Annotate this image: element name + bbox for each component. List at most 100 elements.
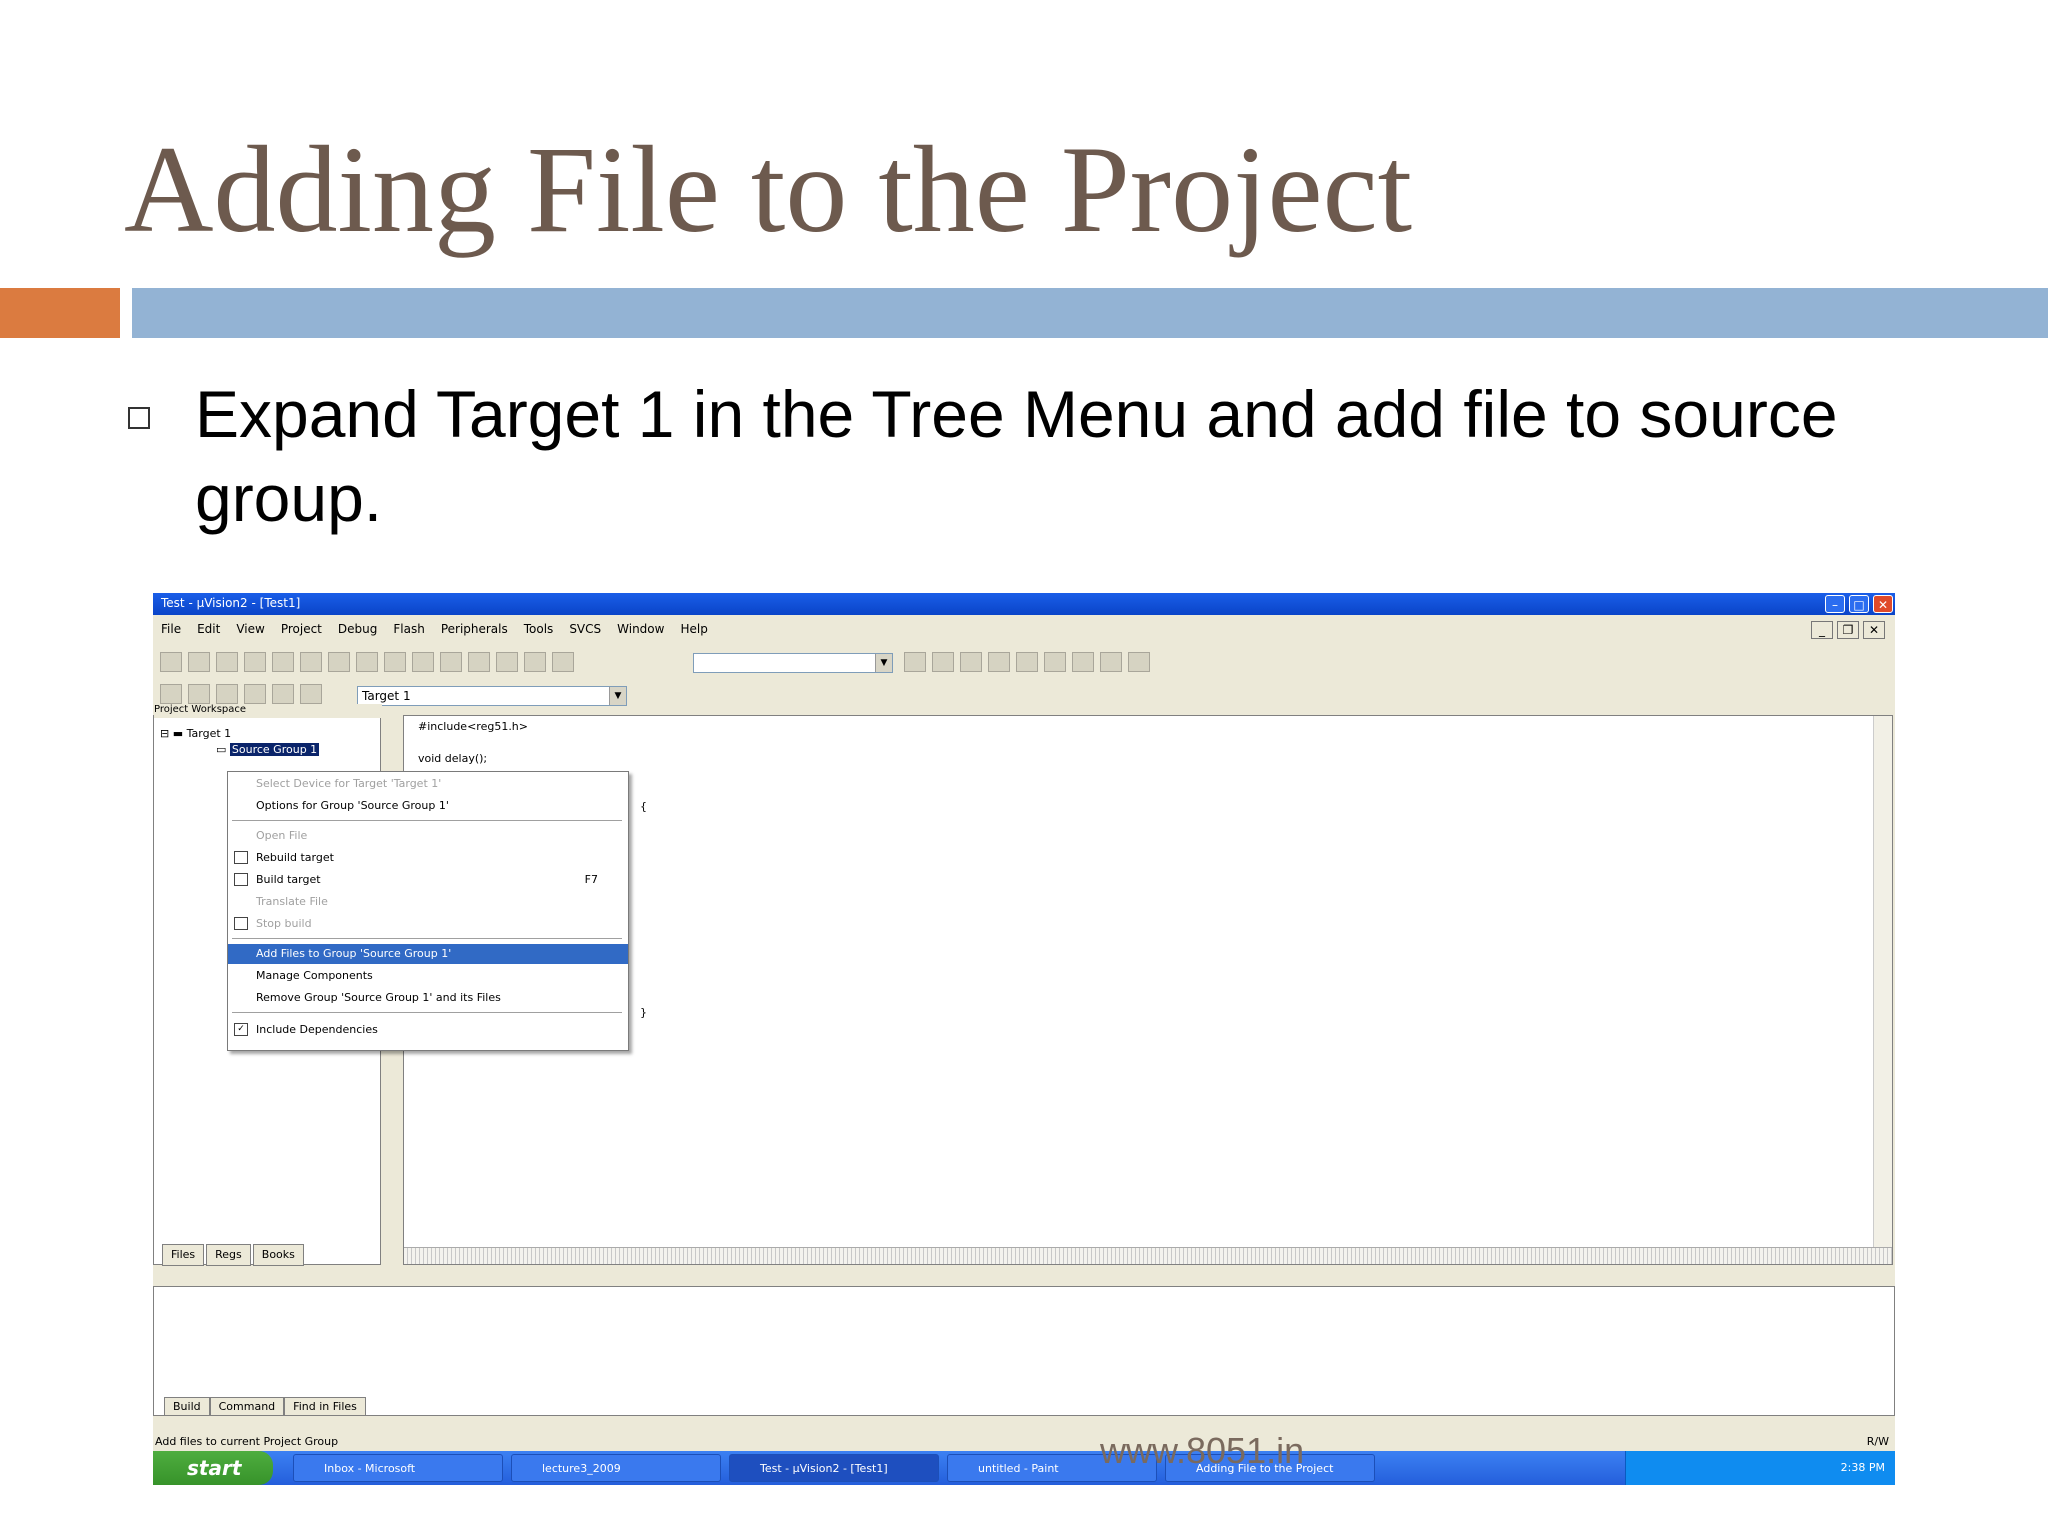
rebuild-icon bbox=[234, 851, 248, 864]
debug-icon[interactable] bbox=[932, 652, 954, 672]
window-layout-icon[interactable] bbox=[1016, 652, 1038, 672]
menu-flash[interactable]: Flash bbox=[385, 619, 432, 639]
taskbar-item[interactable]: lecture3_2009 bbox=[511, 1454, 721, 1482]
find-icon[interactable] bbox=[904, 652, 926, 672]
menu-item-open-file[interactable]: Open File bbox=[228, 826, 628, 846]
open-file-icon[interactable] bbox=[188, 652, 210, 672]
target-select[interactable]: Target 1 ▼ bbox=[357, 686, 627, 706]
bookmark-icon[interactable] bbox=[468, 652, 490, 672]
editor-vertical-scrollbar[interactable] bbox=[1873, 716, 1892, 1264]
disable-breakpoint-icon[interactable] bbox=[1072, 652, 1094, 672]
tab-files[interactable]: Files bbox=[162, 1244, 205, 1266]
options-icon[interactable] bbox=[300, 684, 322, 704]
menu-item-include-dependencies[interactable]: ✓ Include Dependencies bbox=[228, 1020, 628, 1040]
start-button[interactable]: start bbox=[153, 1451, 273, 1485]
mdi-minimize-icon[interactable]: _ bbox=[1811, 621, 1833, 639]
slide-title: Adding File to the Project bbox=[124, 121, 1413, 258]
menu-item-add-files[interactable]: Add Files to Group 'Source Group 1' bbox=[228, 944, 628, 964]
menu-shortcut: F7 bbox=[584, 873, 598, 886]
menu-item-build-target[interactable]: Build target F7 bbox=[228, 870, 628, 890]
build-icon[interactable] bbox=[188, 684, 210, 704]
kill-all-icon[interactable] bbox=[1100, 652, 1122, 672]
indent-icon[interactable] bbox=[412, 652, 434, 672]
target-select-value: Target 1 bbox=[362, 689, 411, 703]
find-in-files-icon[interactable] bbox=[552, 652, 574, 672]
download-icon[interactable] bbox=[272, 684, 294, 704]
window-titlebar[interactable]: Test - µVision2 - [Test1] – □ ✕ bbox=[153, 593, 1895, 615]
menu-edit[interactable]: Edit bbox=[189, 619, 228, 639]
tab-build[interactable]: Build bbox=[164, 1397, 210, 1415]
tab-regs[interactable]: Regs bbox=[206, 1244, 251, 1266]
paste-icon[interactable] bbox=[328, 652, 350, 672]
output-window-icon[interactable] bbox=[1044, 652, 1066, 672]
chevron-down-icon[interactable]: ▼ bbox=[875, 654, 892, 672]
rebuild-icon[interactable] bbox=[216, 684, 238, 704]
bookmark-prev-icon[interactable] bbox=[496, 652, 518, 672]
menu-item-select-device[interactable]: Select Device for Target 'Target 1' bbox=[228, 774, 628, 794]
new-file-icon[interactable] bbox=[160, 652, 182, 672]
window-title: Test - µVision2 - [Test1] bbox=[161, 596, 301, 610]
configure-icon[interactable] bbox=[1128, 652, 1150, 672]
menu-item-rebuild-target[interactable]: Rebuild target bbox=[228, 848, 628, 868]
status-rw: R/W bbox=[1866, 1435, 1889, 1448]
cut-icon[interactable] bbox=[272, 652, 294, 672]
redo-icon[interactable] bbox=[384, 652, 406, 672]
stop-build-icon[interactable] bbox=[244, 684, 266, 704]
menu-view[interactable]: View bbox=[228, 619, 272, 639]
menu-peripherals[interactable]: Peripherals bbox=[433, 619, 516, 639]
code-line: void delay(); bbox=[418, 752, 488, 765]
workspace-tabs: Files Regs Books bbox=[162, 1244, 306, 1266]
stop-build-icon bbox=[234, 917, 248, 930]
undo-icon[interactable] bbox=[356, 652, 378, 672]
breakpoint-icon[interactable] bbox=[960, 652, 982, 672]
menu-item-options-group[interactable]: Options for Group 'Source Group 1' bbox=[228, 796, 628, 816]
toolbar-standard bbox=[157, 649, 577, 677]
menu-item-manage-components[interactable]: Manage Components bbox=[228, 966, 628, 986]
chevron-down-icon[interactable]: ▼ bbox=[609, 687, 626, 705]
editor-horizontal-scrollbar[interactable] bbox=[404, 1247, 1892, 1264]
unindent-icon[interactable] bbox=[440, 652, 462, 672]
copy-icon[interactable] bbox=[300, 652, 322, 672]
minimize-icon[interactable]: – bbox=[1825, 595, 1845, 613]
clock: 2:38 PM bbox=[1840, 1461, 1885, 1474]
tree-node-target-label: Target 1 bbox=[186, 727, 232, 740]
taskbar-item[interactable]: Inbox - Microsoft bbox=[293, 1454, 503, 1482]
bookmark-next-icon[interactable] bbox=[524, 652, 546, 672]
kill-breakpoint-icon[interactable] bbox=[988, 652, 1010, 672]
bullet-text: Expand Target 1 in the Tree Menu and add… bbox=[195, 377, 1838, 535]
translate-icon[interactable] bbox=[160, 684, 182, 704]
code-line: #include<reg51.h> bbox=[418, 720, 528, 733]
menu-window[interactable]: Window bbox=[609, 619, 672, 639]
save-all-icon[interactable] bbox=[244, 652, 266, 672]
menu-separator bbox=[232, 820, 622, 821]
tab-find-in-files[interactable]: Find in Files bbox=[284, 1397, 366, 1415]
maximize-icon[interactable]: □ bbox=[1849, 595, 1869, 613]
uvision-screenshot: Test - µVision2 - [Test1] – □ ✕ File Edit… bbox=[153, 593, 1895, 1485]
menu-item-stop-build[interactable]: Stop build bbox=[228, 914, 628, 934]
menu-project[interactable]: Project bbox=[273, 619, 330, 639]
output-window[interactable]: Build Command Find in Files bbox=[153, 1286, 1895, 1416]
menu-item-translate-file[interactable]: Translate File bbox=[228, 892, 628, 912]
tab-books[interactable]: Books bbox=[252, 1244, 304, 1266]
menu-tools[interactable]: Tools bbox=[516, 619, 562, 639]
tree-node-source-group[interactable]: ▭ Source Group 1 bbox=[160, 742, 320, 758]
save-icon[interactable] bbox=[216, 652, 238, 672]
toolbar-debug bbox=[901, 649, 1153, 677]
menu-bar: File Edit View Project Debug Flash Peripherals… bbox=[153, 619, 1895, 641]
mdi-restore-icon[interactable]: ❐ bbox=[1837, 621, 1859, 639]
close-icon[interactable]: ✕ bbox=[1873, 595, 1893, 613]
code-line: } bbox=[640, 1006, 647, 1019]
menu-debug[interactable]: Debug bbox=[330, 619, 385, 639]
find-combo[interactable]: ▼ bbox=[693, 653, 893, 673]
folder-icon: ▬ bbox=[172, 727, 184, 740]
taskbar: start Inbox - Microsoft lecture3_2009 Te… bbox=[153, 1451, 1895, 1485]
menu-file[interactable]: File bbox=[153, 619, 189, 639]
tree-node-target[interactable]: ⊟ ▬ Target 1 bbox=[160, 726, 319, 742]
menu-svcs[interactable]: SVCS bbox=[561, 619, 609, 639]
output-tabs: Build Command Find in Files bbox=[164, 1397, 366, 1415]
menu-item-remove-group[interactable]: Remove Group 'Source Group 1' and its Fi… bbox=[228, 988, 628, 1008]
taskbar-item-active[interactable]: Test - µVision2 - [Test1] bbox=[729, 1454, 939, 1482]
menu-help[interactable]: Help bbox=[672, 619, 715, 639]
mdi-close-icon[interactable]: ✕ bbox=[1863, 621, 1885, 639]
tab-command[interactable]: Command bbox=[209, 1397, 285, 1415]
